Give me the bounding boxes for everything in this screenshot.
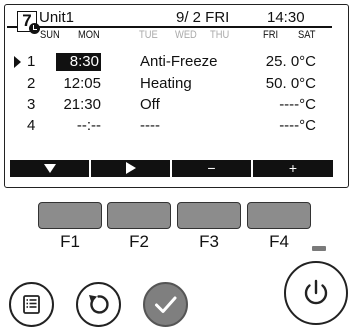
row-temp: ----°C	[279, 117, 316, 134]
status-led	[312, 246, 326, 251]
row-number: 3	[27, 96, 36, 113]
weekday-sat: SAT	[298, 29, 316, 41]
menu-icon	[23, 295, 40, 314]
f2-label: F2	[129, 232, 149, 251]
weekday-sun: SUN	[40, 29, 60, 41]
softkey-down	[10, 160, 89, 177]
row-temp: ----°C	[279, 96, 316, 113]
f4-label: F4	[269, 232, 289, 251]
unit-name: Unit1	[39, 9, 75, 26]
softkey-plus: +	[253, 160, 333, 177]
softkey-minus: −	[172, 160, 251, 177]
row-cursor-icon	[14, 56, 21, 68]
row-time: 21:30	[63, 96, 101, 113]
row-number: 2	[27, 75, 36, 92]
header-divider	[18, 26, 332, 28]
f1-label: F1	[60, 232, 80, 251]
softkey-right	[91, 160, 170, 177]
menu-button[interactable]	[9, 282, 54, 327]
confirm-button[interactable]	[143, 282, 188, 327]
weekday-mon: MON	[78, 29, 100, 41]
return-icon	[89, 295, 109, 314]
program-badge: 7	[17, 11, 40, 35]
weekday-wed: WED	[175, 29, 197, 41]
weekday-tue: TUE	[139, 29, 158, 41]
check-icon	[155, 296, 177, 313]
power-button[interactable]	[284, 261, 348, 325]
f1-button[interactable]	[38, 202, 102, 229]
row-mode: Off	[140, 96, 160, 113]
row-time: 12:05	[63, 75, 101, 92]
back-button[interactable]	[76, 282, 121, 327]
f4-button[interactable]	[247, 202, 311, 229]
f3-label: F3	[199, 232, 219, 251]
row-number: 4	[27, 117, 36, 134]
down-arrow-icon	[43, 163, 56, 173]
row-mode: ----	[140, 117, 160, 134]
right-arrow-icon	[125, 162, 136, 175]
row-time-selected: 8:30	[56, 53, 101, 71]
left-tick	[7, 26, 17, 28]
weekday-fri: FRI	[263, 29, 279, 41]
date-display: 9/ 2 FRI	[176, 9, 230, 26]
row-temp: 50. 0°C	[265, 75, 316, 92]
weekday-thu: THU	[210, 29, 230, 41]
row-time: --:--	[76, 117, 101, 134]
row-temp: 25. 0°C	[265, 53, 316, 70]
row-mode: Heating	[140, 75, 192, 92]
clock-display: 14:30	[267, 9, 305, 26]
f2-button[interactable]	[107, 202, 171, 229]
power-icon	[304, 279, 328, 305]
row-number: 1	[27, 53, 36, 70]
row-mode: Anti-Freeze	[140, 53, 218, 70]
f3-button[interactable]	[177, 202, 241, 229]
